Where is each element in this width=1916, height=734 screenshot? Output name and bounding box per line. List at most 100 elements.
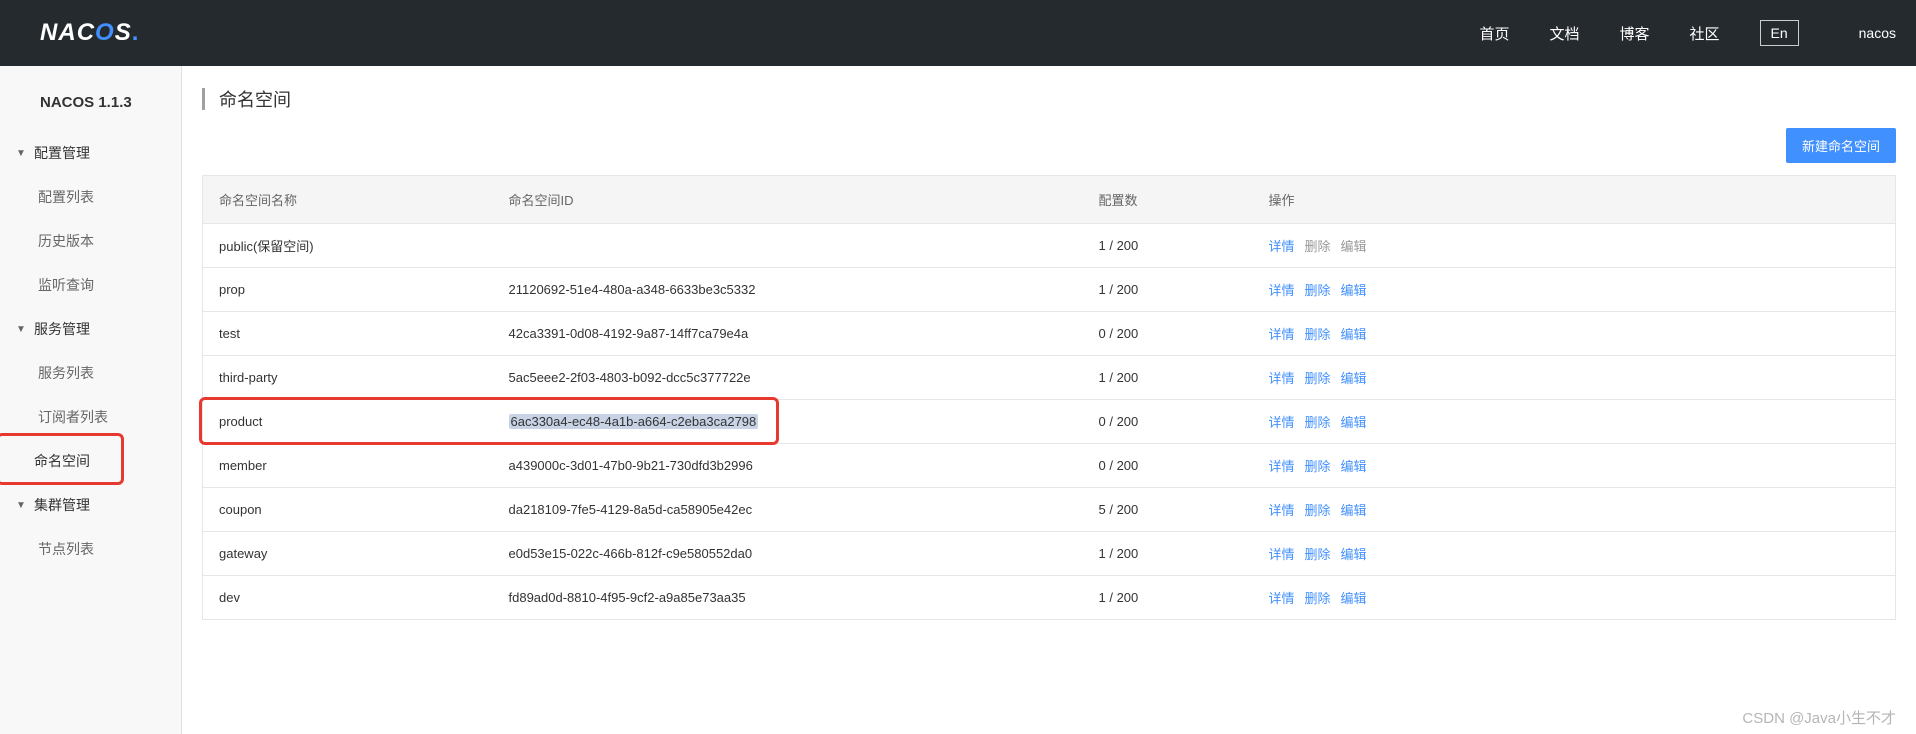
cell-id: 5ac5eee2-2f03-4803-b092-dcc5c377722e bbox=[493, 356, 1083, 400]
table-row: product6ac330a4-ec48-4a1b-a664-c2eba3ca2… bbox=[203, 400, 1896, 444]
cell-name: dev bbox=[203, 576, 493, 620]
cell-operation: 详情删除编辑 bbox=[1253, 400, 1896, 444]
action-details[interactable]: 详情 bbox=[1269, 503, 1295, 518]
caret-down-icon: ▼ bbox=[16, 324, 26, 335]
action-delete[interactable]: 删除 bbox=[1305, 283, 1331, 298]
menu-item-history[interactable]: 历史版本 bbox=[0, 219, 181, 263]
action-details[interactable]: 详情 bbox=[1269, 239, 1295, 254]
cell-count: 0 / 200 bbox=[1083, 400, 1253, 444]
cell-name: gateway bbox=[203, 532, 493, 576]
cell-operation: 详情删除编辑 bbox=[1253, 312, 1896, 356]
cell-id: 42ca3391-0d08-4192-9a87-14ff7ca79e4a bbox=[493, 312, 1083, 356]
nav-community[interactable]: 社区 bbox=[1690, 23, 1720, 44]
table-row: test42ca3391-0d08-4192-9a87-14ff7ca79e4a… bbox=[203, 312, 1896, 356]
menu-group-config[interactable]: ▼ 配置管理 bbox=[0, 131, 181, 175]
sidebar-title: NACOS 1.1.3 bbox=[0, 84, 181, 131]
create-namespace-button[interactable]: 新建命名空间 bbox=[1786, 128, 1896, 163]
cell-operation: 详情删除编辑 bbox=[1253, 576, 1896, 620]
caret-down-icon: ▼ bbox=[16, 148, 26, 159]
logo-letter: S bbox=[115, 19, 132, 47]
menu-group-service[interactable]: ▼ 服务管理 bbox=[0, 307, 181, 351]
action-delete: 删除 bbox=[1305, 239, 1331, 254]
table-row: devfd89ad0d-8810-4f95-9cf2-a9a85e73aa351… bbox=[203, 576, 1896, 620]
cell-name: product bbox=[203, 400, 493, 444]
action-details[interactable]: 详情 bbox=[1269, 459, 1295, 474]
cell-operation: 详情删除编辑 bbox=[1253, 444, 1896, 488]
nav-blog[interactable]: 博客 bbox=[1619, 23, 1649, 44]
action-delete[interactable]: 删除 bbox=[1305, 547, 1331, 562]
action-edit: 编辑 bbox=[1341, 239, 1367, 254]
action-details[interactable]: 详情 bbox=[1269, 371, 1295, 386]
action-bar: 新建命名空间 bbox=[182, 118, 1916, 175]
logo-letter: N bbox=[40, 19, 58, 47]
table-row: gatewaye0d53e15-022c-466b-812f-c9e580552… bbox=[203, 532, 1896, 576]
th-id: 命名空间ID bbox=[493, 176, 1083, 224]
logo-letter: A bbox=[58, 19, 76, 47]
table-row: public(保留空间)1 / 200详情删除编辑 bbox=[203, 224, 1896, 268]
action-edit[interactable]: 编辑 bbox=[1341, 459, 1367, 474]
table-row: third-party5ac5eee2-2f03-4803-b092-dcc5c… bbox=[203, 356, 1896, 400]
sidebar: NACOS 1.1.3 ▼ 配置管理 配置列表 历史版本 监听查询 ▼ 服务管理… bbox=[0, 66, 182, 734]
cell-id bbox=[493, 224, 1083, 268]
cell-name: prop bbox=[203, 268, 493, 312]
table-row: membera439000c-3d01-47b0-9b21-730dfd3b29… bbox=[203, 444, 1896, 488]
action-delete[interactable]: 删除 bbox=[1305, 371, 1331, 386]
action-edit[interactable]: 编辑 bbox=[1341, 327, 1367, 342]
nav-home[interactable]: 首页 bbox=[1479, 23, 1509, 44]
table-row: prop21120692-51e4-480a-a348-6633be3c5332… bbox=[203, 268, 1896, 312]
cell-count: 1 / 200 bbox=[1083, 224, 1253, 268]
menu-group-label: 集群管理 bbox=[34, 495, 90, 515]
cell-count: 0 / 200 bbox=[1083, 444, 1253, 488]
menu-item-subscriber-list[interactable]: 订阅者列表 bbox=[0, 395, 181, 439]
cell-name: coupon bbox=[203, 488, 493, 532]
logo-letter: O bbox=[95, 19, 115, 47]
cell-name: third-party bbox=[203, 356, 493, 400]
cell-count: 5 / 200 bbox=[1083, 488, 1253, 532]
cell-operation: 详情删除编辑 bbox=[1253, 268, 1896, 312]
action-delete[interactable]: 删除 bbox=[1305, 459, 1331, 474]
cell-count: 1 / 200 bbox=[1083, 576, 1253, 620]
menu-group-label: 服务管理 bbox=[34, 319, 90, 339]
action-delete[interactable]: 删除 bbox=[1305, 327, 1331, 342]
action-delete[interactable]: 删除 bbox=[1305, 591, 1331, 606]
cell-id: a439000c-3d01-47b0-9b21-730dfd3b2996 bbox=[493, 444, 1083, 488]
top-nav: 首页 文档 博客 社区 En nacos bbox=[1479, 20, 1896, 46]
action-delete[interactable]: 删除 bbox=[1305, 415, 1331, 430]
action-details[interactable]: 详情 bbox=[1269, 547, 1295, 562]
cell-id: da218109-7fe5-4129-8a5d-ca58905e42ec bbox=[493, 488, 1083, 532]
menu-item-config-list[interactable]: 配置列表 bbox=[0, 175, 181, 219]
action-delete[interactable]: 删除 bbox=[1305, 503, 1331, 518]
menu-group-label: 配置管理 bbox=[34, 143, 90, 163]
title-bar-icon bbox=[202, 88, 205, 110]
cell-operation: 详情删除编辑 bbox=[1253, 532, 1896, 576]
cell-name: member bbox=[203, 444, 493, 488]
action-edit[interactable]: 编辑 bbox=[1341, 371, 1367, 386]
cell-count: 0 / 200 bbox=[1083, 312, 1253, 356]
action-edit[interactable]: 编辑 bbox=[1341, 283, 1367, 298]
action-details[interactable]: 详情 bbox=[1269, 327, 1295, 342]
action-edit[interactable]: 编辑 bbox=[1341, 547, 1367, 562]
menu-group-cluster[interactable]: ▼ 集群管理 bbox=[0, 483, 181, 527]
cell-operation: 详情删除编辑 bbox=[1253, 224, 1896, 268]
username-display[interactable]: nacos bbox=[1859, 25, 1896, 41]
caret-down-icon: ▼ bbox=[16, 500, 26, 511]
action-edit[interactable]: 编辑 bbox=[1341, 415, 1367, 430]
action-details[interactable]: 详情 bbox=[1269, 591, 1295, 606]
language-switch[interactable]: En bbox=[1760, 20, 1799, 46]
menu-item-listen[interactable]: 监听查询 bbox=[0, 263, 181, 307]
th-operation: 操作 bbox=[1253, 176, 1896, 224]
th-name: 命名空间名称 bbox=[203, 176, 493, 224]
action-edit[interactable]: 编辑 bbox=[1341, 503, 1367, 518]
table-row: couponda218109-7fe5-4129-8a5d-ca58905e42… bbox=[203, 488, 1896, 532]
menu-item-service-list[interactable]: 服务列表 bbox=[0, 351, 181, 395]
action-edit[interactable]: 编辑 bbox=[1341, 591, 1367, 606]
cell-name: public(保留空间) bbox=[203, 224, 493, 268]
logo[interactable]: NACOS. bbox=[40, 19, 139, 47]
action-details[interactable]: 详情 bbox=[1269, 415, 1295, 430]
menu-item-namespace[interactable]: 命名空间 bbox=[0, 439, 181, 483]
menu-item-node-list[interactable]: 节点列表 bbox=[0, 527, 181, 571]
nav-docs[interactable]: 文档 bbox=[1549, 23, 1579, 44]
cell-count: 1 / 200 bbox=[1083, 268, 1253, 312]
page-title: 命名空间 bbox=[219, 86, 291, 112]
action-details[interactable]: 详情 bbox=[1269, 283, 1295, 298]
